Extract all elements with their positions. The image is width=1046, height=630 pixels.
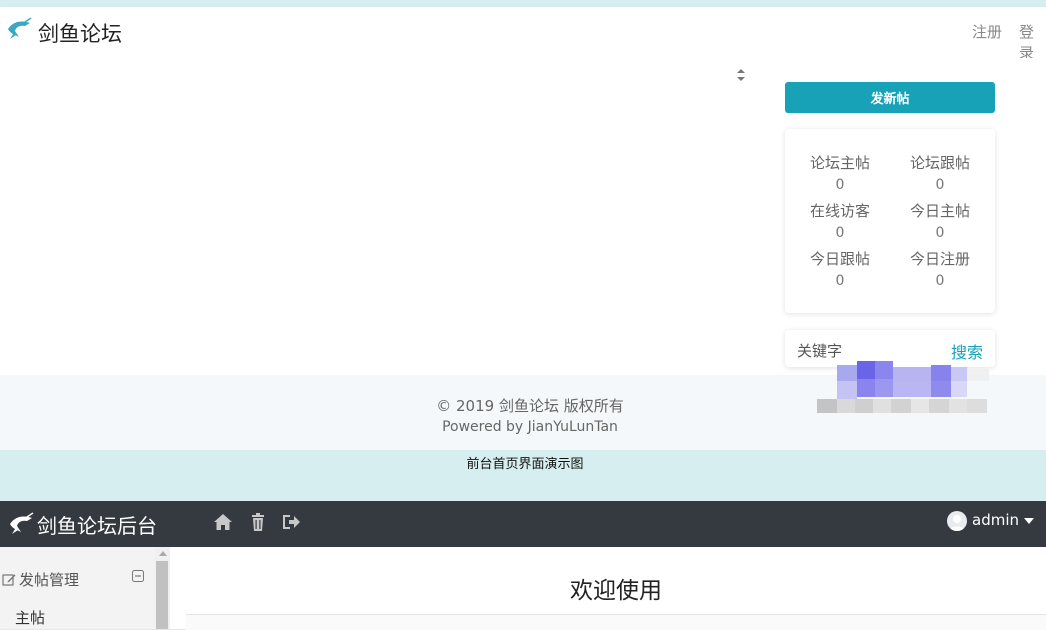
- admin-header: 剑鱼论坛后台 admin: [0, 501, 1046, 547]
- collapse-icon[interactable]: [132, 570, 144, 582]
- scroll-up-icon[interactable]: [159, 551, 167, 556]
- stat-value-today-replies: 0: [835, 273, 845, 289]
- home-icon[interactable]: [213, 512, 233, 532]
- caption-text: 前台首页界面演示图: [466, 457, 584, 472]
- swordfish-logo-icon[interactable]: [8, 510, 34, 536]
- new-post-button[interactable]: 发新帖: [785, 82, 995, 113]
- sidebar: 发帖管理 主帖: [0, 547, 170, 629]
- edit-icon: [2, 574, 16, 586]
- search-button[interactable]: 搜索: [951, 339, 983, 363]
- top-navbar: 剑鱼论坛 注册 登录: [0, 7, 1046, 62]
- stat-label-total-replies: 论坛跟帖: [909, 154, 970, 172]
- stat-label-online-visitors: 在线访客: [809, 202, 870, 220]
- sort-icon[interactable]: [732, 66, 750, 84]
- logout-icon[interactable]: [281, 512, 301, 532]
- admin-title[interactable]: 剑鱼论坛后台: [37, 510, 157, 539]
- user-menu[interactable]: admin: [972, 511, 1019, 529]
- avatar[interactable]: [947, 511, 967, 531]
- stat-label-today-replies: 今日跟帖: [809, 250, 870, 268]
- swordfish-logo-icon[interactable]: [6, 15, 32, 41]
- welcome-heading: 欢迎使用: [570, 578, 662, 604]
- admin-body: 发帖管理 主帖 欢迎使用: [0, 547, 1046, 630]
- chevron-down-icon[interactable]: [1024, 518, 1034, 524]
- sidebar-section-label: 发帖管理: [19, 571, 80, 589]
- login-link[interactable]: 登录: [1019, 21, 1046, 63]
- powered-by-text: Powered by JianYuLunTan: [442, 419, 618, 435]
- site-title[interactable]: 剑鱼论坛: [38, 18, 122, 48]
- sidebar-section-post-management[interactable]: 发帖管理: [0, 569, 155, 591]
- register-link[interactable]: 注册: [972, 21, 1002, 42]
- pixelated-qr-image: [817, 361, 989, 413]
- stat-value-total-replies: 0: [935, 177, 945, 193]
- trash-icon[interactable]: [248, 512, 268, 532]
- forum-stats-card: 论坛主帖 0 论坛跟帖 0 在线访客 0 今日主帖 0 今日跟帖 0 今日注册 …: [785, 129, 995, 313]
- sidebar-scrollbar[interactable]: [155, 547, 170, 629]
- content-panel: [186, 614, 1046, 630]
- front-page: 剑鱼论坛 注册 登录 发新帖 论坛主帖 0 论坛跟帖 0 在线访客 0 今日主帖…: [0, 0, 1046, 450]
- sidebar-item-main-posts[interactable]: 主帖: [15, 607, 45, 628]
- stat-label-today-threads: 今日主帖: [909, 202, 970, 220]
- stat-label-today-registrations: 今日注册: [909, 250, 970, 268]
- scrollbar-thumb[interactable]: [156, 561, 168, 629]
- stat-value-total-threads: 0: [835, 177, 845, 193]
- stat-value-today-threads: 0: [935, 225, 945, 241]
- stat-label-total-threads: 论坛主帖: [809, 154, 870, 172]
- stat-value-online-visitors: 0: [835, 225, 845, 241]
- search-input[interactable]: 关键字: [797, 340, 842, 361]
- stat-value-today-registrations: 0: [935, 273, 945, 289]
